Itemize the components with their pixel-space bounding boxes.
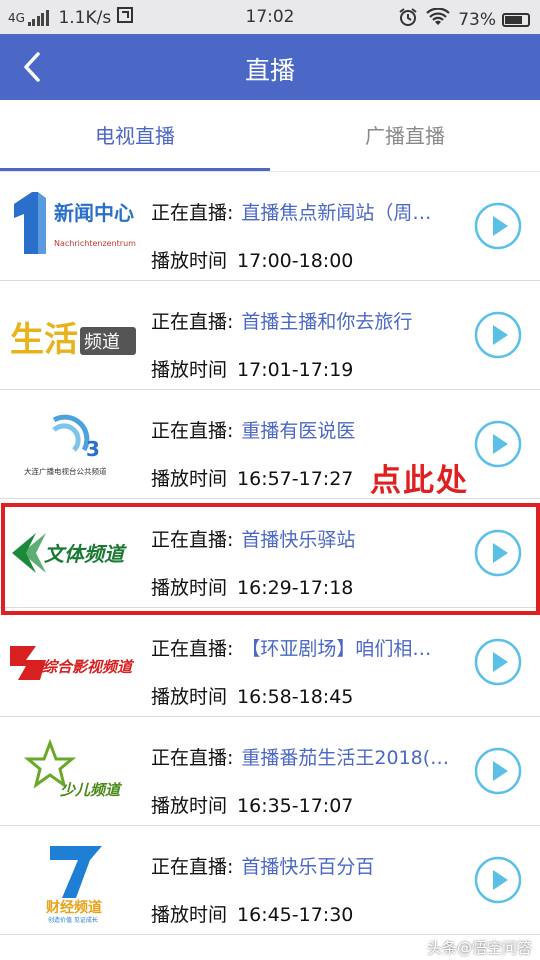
svg-text:文体频道: 文体频道	[44, 542, 127, 566]
play-time-line: 播放时间 16:57-17:27	[151, 464, 353, 491]
tab-tv-live[interactable]: 电视直播	[0, 100, 270, 172]
now-playing-line: 正在直播: 首播快乐百分百	[151, 852, 374, 879]
battery-icon	[502, 12, 530, 27]
play-time-value: 16:29-17:18	[237, 577, 354, 599]
status-right: 73%	[398, 7, 530, 32]
watermark-text: 头条@悟空问答	[426, 939, 532, 957]
play-time-line: 播放时间 17:01-17:19	[151, 355, 353, 382]
play-time-value: 17:00-18:00	[237, 250, 354, 272]
now-playing-line: 正在直播: 直播焦点新闻站（周…	[151, 198, 431, 225]
kids-channel-logo: 少儿频道	[23, 738, 123, 799]
now-playing-line: 正在直播: 首播主播和你去旅行	[151, 307, 412, 334]
play-icon[interactable]	[474, 638, 522, 686]
play-time-label: 播放时间	[151, 468, 228, 490]
channel-row[interactable]: 文体频道 正在直播: 首播快乐驿站 播放时间 16:29-17:18	[0, 499, 540, 608]
play-icon[interactable]	[474, 856, 522, 904]
svg-text:Nachrichtenzentrum: Nachrichtenzentrum	[54, 239, 136, 248]
play-icon[interactable]	[474, 420, 522, 468]
play-time-label: 播放时间	[151, 686, 228, 708]
program-title: 首播快乐驿站	[241, 529, 356, 551]
now-playing-line: 正在直播: 首播快乐驿站	[151, 525, 355, 552]
play-icon[interactable]	[474, 202, 522, 250]
alarm-icon	[398, 7, 418, 32]
now-playing-label: 正在直播:	[151, 311, 234, 333]
now-playing-label: 正在直播:	[151, 529, 234, 551]
program-title: 首播主播和你去旅行	[241, 311, 413, 333]
news-center-logo: 新闻中心 Nachrichtenzentrum	[14, 192, 136, 254]
film-channel-logo: 综合影视频道	[10, 646, 135, 680]
svg-text:生活: 生活	[10, 320, 78, 360]
svg-text:大连广播电视台公共频道: 大连广播电视台公共频道	[24, 466, 107, 476]
play-time-line: 播放时间 16:29-17:18	[151, 573, 353, 600]
svg-text:创造价值 见证成长: 创造价值 见证成长	[48, 916, 98, 924]
status-bar: 4G 1.1K/s 17:02 73%	[0, 0, 540, 34]
play-icon[interactable]	[474, 529, 522, 577]
svg-text:3: 3	[86, 437, 100, 461]
program-title: 重播番茄生活王2018(…	[241, 747, 450, 769]
play-time-label: 播放时间	[151, 359, 228, 381]
program-title: 重播有医说医	[241, 420, 356, 442]
sports-channel-logo: 文体频道	[12, 533, 127, 573]
play-time-label: 播放时间	[151, 577, 228, 599]
play-time-line: 播放时间 16:45-17:30	[151, 900, 353, 927]
play-time-value: 16:58-18:45	[237, 686, 354, 708]
now-playing-label: 正在直播:	[151, 638, 234, 660]
tab-radio-live[interactable]: 广播直播	[270, 100, 540, 172]
now-playing-line: 正在直播: 【环亚剧场】咱们相…	[151, 634, 431, 661]
battery-percent: 73%	[458, 9, 496, 30]
channel-row[interactable]: 综合影视频道 正在直播: 【环亚剧场】咱们相… 播放时间 16:58-18:45	[0, 608, 540, 717]
life-channel-logo: 生活 频道	[10, 320, 136, 360]
wifi-icon	[426, 7, 450, 31]
now-playing-label: 正在直播:	[151, 856, 234, 878]
watermark-icon	[405, 939, 422, 956]
play-time-label: 播放时间	[151, 250, 228, 272]
svg-text:综合影视频道: 综合影视频道	[42, 658, 135, 676]
play-icon[interactable]	[474, 747, 522, 795]
play-time-line: 播放时间 16:58-18:45	[151, 682, 353, 709]
now-playing-label: 正在直播:	[151, 202, 234, 224]
watermark: 头条@悟空问答	[405, 937, 532, 958]
finance-channel-logo: 财经频道 创造价值 见证成长	[45, 846, 102, 924]
program-title: 首播快乐百分百	[241, 856, 375, 878]
annotation-text: 点此处	[370, 463, 469, 499]
play-time-value: 16:35-17:07	[237, 795, 354, 817]
play-time-label: 播放时间	[151, 904, 228, 926]
active-tab-indicator	[0, 168, 270, 171]
now-playing-line: 正在直播: 重播有医说医	[151, 416, 355, 443]
play-time-value: 16:57-17:27	[237, 468, 354, 490]
channel-row[interactable]: 财经频道 创造价值 见证成长 正在直播: 首播快乐百分百 播放时间 16:45-17…	[0, 826, 540, 935]
tab-bar: 电视直播 广播直播	[0, 100, 540, 172]
svg-text:财经频道: 财经频道	[45, 899, 102, 916]
public-channel-logo: 3 大连广播电视台公共频道	[24, 414, 107, 476]
play-icon[interactable]	[474, 311, 522, 359]
app-bar: 直播	[0, 34, 540, 100]
play-time-value: 16:45-17:30	[237, 904, 354, 926]
play-time-value: 17:01-17:19	[237, 359, 354, 381]
now-playing-label: 正在直播:	[151, 420, 234, 442]
channel-row[interactable]: 少儿频道 正在直播: 重播番茄生活王2018(… 播放时间 16:35-17:07	[0, 717, 540, 826]
channel-row[interactable]: 生活 频道 正在直播: 首播主播和你去旅行 播放时间 17:01-17:19	[0, 281, 540, 390]
play-time-line: 播放时间 16:35-17:07	[151, 791, 353, 818]
svg-text:少儿频道: 少儿频道	[60, 781, 123, 799]
play-time-label: 播放时间	[151, 795, 228, 817]
page-title: 直播	[244, 56, 295, 85]
program-title: 直播焦点新闻站（周…	[241, 202, 432, 224]
channel-list: 新闻中心 Nachrichtenzentrum 正在直播: 直播焦点新闻站（周… …	[0, 172, 540, 935]
now-playing-line: 正在直播: 重播番茄生活王2018(…	[151, 743, 449, 770]
svg-text:频道: 频道	[84, 332, 120, 353]
channel-row[interactable]: 新闻中心 Nachrichtenzentrum 正在直播: 直播焦点新闻站（周… …	[0, 172, 540, 281]
play-time-line: 播放时间 17:00-18:00	[151, 246, 353, 273]
program-title: 【环亚剧场】咱们相…	[241, 638, 432, 660]
svg-text:新闻中心: 新闻中心	[54, 201, 134, 225]
now-playing-label: 正在直播:	[151, 747, 234, 769]
